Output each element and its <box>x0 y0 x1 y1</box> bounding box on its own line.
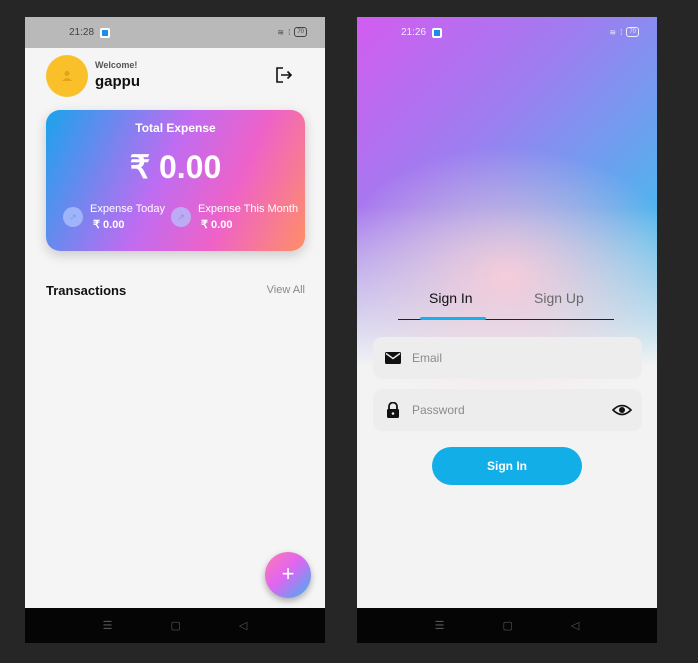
back-triangle-icon[interactable]: ◁ <box>571 619 579 632</box>
battery-icon: 70 <box>626 27 639 37</box>
total-expense-amount: ₹ 0.00 <box>129 149 222 185</box>
menu-icon[interactable]: ☰ <box>103 619 113 632</box>
status-bar: 21:28 ≋ ⁞ 70 <box>25 17 325 48</box>
user-icon <box>62 71 72 81</box>
back-triangle-icon[interactable]: ◁ <box>239 619 247 632</box>
dashboard-screen: 21:28 ≋ ⁞ 70 Welcome! gappu Total Expens… <box>25 17 325 643</box>
status-time: 21:28 <box>69 27 95 38</box>
system-nav-bar: ☰ ▢ ◁ <box>25 608 325 643</box>
status-time: 21:26 <box>401 27 427 38</box>
signal-icon: ⁞ <box>288 27 291 37</box>
lock-icon <box>387 402 399 418</box>
mail-icon <box>385 352 401 364</box>
tab-sign-up[interactable]: Sign Up <box>534 290 584 306</box>
expense-month-icon: ↗ <box>171 207 191 227</box>
system-nav-bar: ☰ ▢ ◁ <box>357 608 657 643</box>
status-icons: ≋ ⁞ 70 <box>277 27 307 37</box>
email-field[interactable]: Email <box>373 337 642 379</box>
card-title: Total Expense <box>135 121 216 135</box>
expense-today-label: Expense Today <box>90 203 166 215</box>
logout-icon[interactable] <box>275 66 293 84</box>
transactions-title: Transactions <box>46 283 127 298</box>
battery-icon: 70 <box>294 27 307 37</box>
notification-app-icon <box>432 27 443 38</box>
password-field[interactable]: Password <box>373 389 642 431</box>
total-expense-card: Total Expense ₹ 0.00 ↗ Expense Today ₹ 0… <box>46 110 305 251</box>
expense-month-label: Expense This Month <box>198 203 299 215</box>
status-icons: ≋ ⁞ 70 <box>609 27 639 37</box>
expense-today-value: ₹ 0.00 <box>93 219 125 231</box>
password-placeholder: Password <box>412 403 465 417</box>
tab-sign-in[interactable]: Sign In <box>429 290 473 306</box>
menu-icon[interactable]: ☰ <box>435 619 445 632</box>
username: gappu <box>95 73 140 90</box>
show-password-icon[interactable] <box>612 402 632 418</box>
active-tab-indicator <box>420 317 486 320</box>
add-transaction-button[interactable]: + <box>265 552 311 598</box>
view-all-link[interactable]: View All <box>267 284 305 296</box>
signin-screen: 21:26 ≋ ⁞ 70 Sign In Sign Up Email Passw… <box>357 17 657 643</box>
signal-icon: ⁞ <box>620 27 623 37</box>
home-square-icon[interactable]: ▢ <box>171 619 181 632</box>
wifi-icon: ≋ <box>277 27 285 37</box>
email-placeholder: Email <box>412 351 443 365</box>
wifi-icon: ≋ <box>609 27 617 37</box>
expense-today-icon: ↗ <box>63 207 83 227</box>
notification-app-icon <box>100 27 111 38</box>
home-square-icon[interactable]: ▢ <box>503 619 513 632</box>
sign-in-button[interactable]: Sign In <box>432 447 582 485</box>
expense-month-value: ₹ 0.00 <box>201 219 233 231</box>
status-bar: 21:26 ≋ ⁞ 70 <box>357 17 657 48</box>
avatar[interactable] <box>46 55 88 97</box>
welcome-label: Welcome! <box>95 60 138 70</box>
